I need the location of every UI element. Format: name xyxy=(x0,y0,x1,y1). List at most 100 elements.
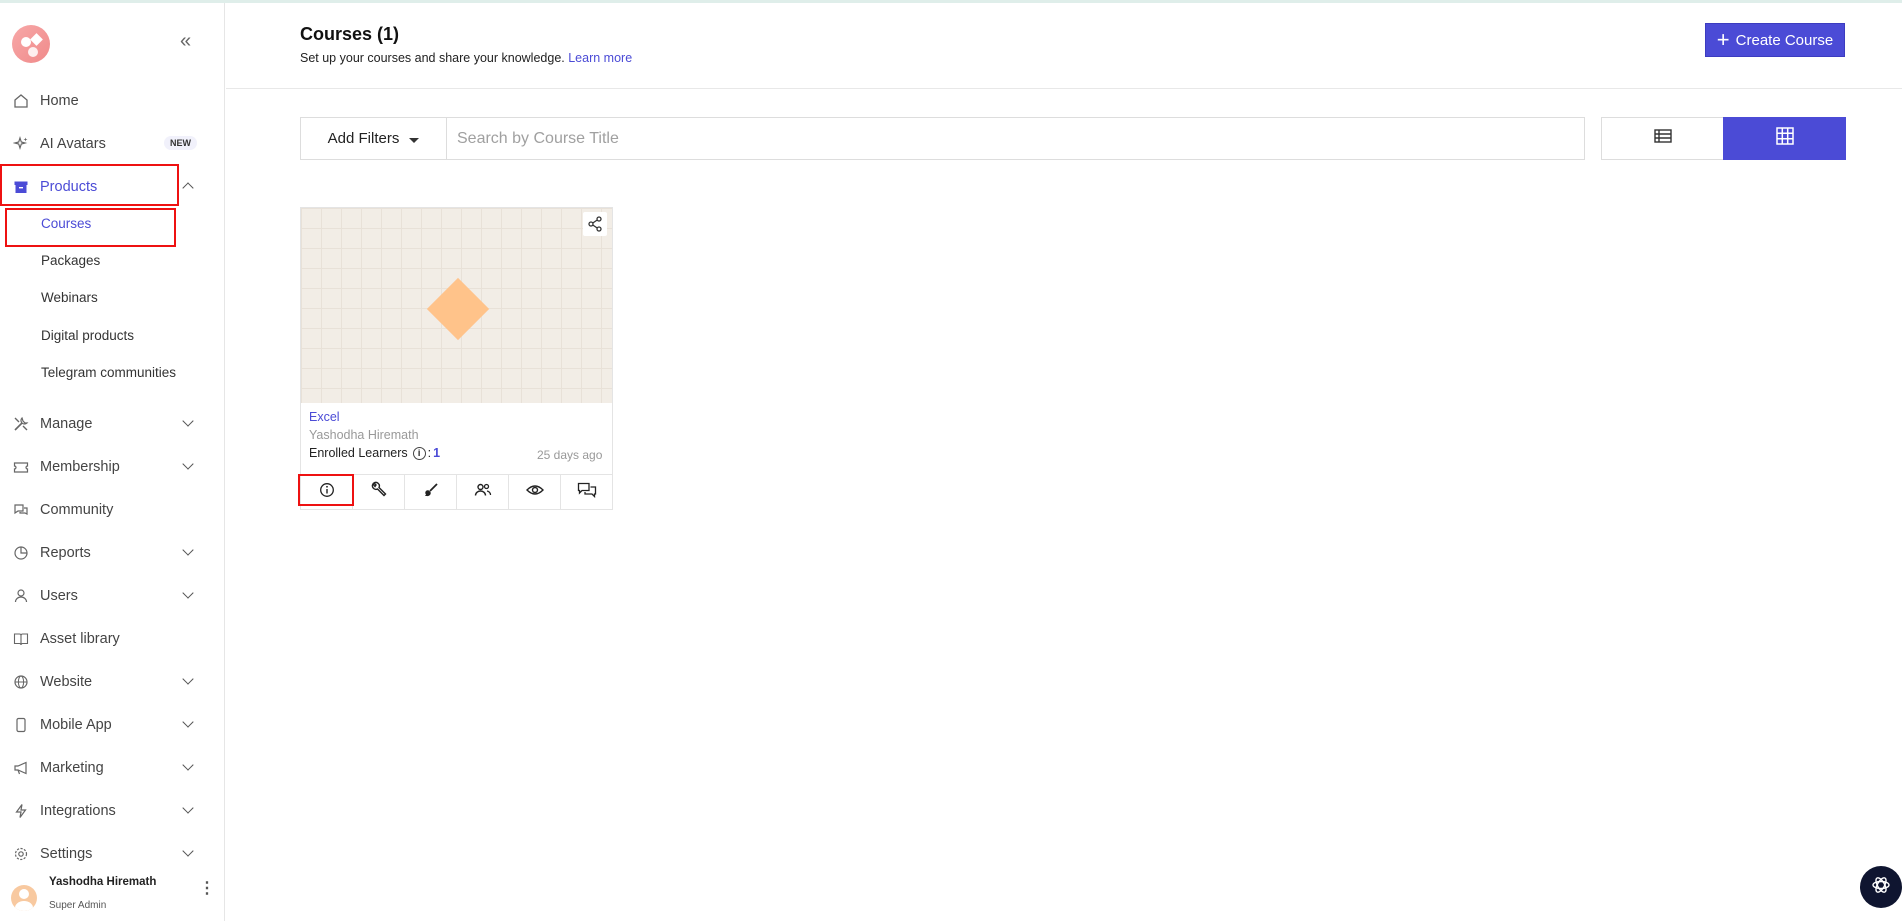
sidebar-item-marketing[interactable]: Marketing xyxy=(0,752,210,784)
list-view-button[interactable] xyxy=(1601,117,1724,160)
subtitle-text: Set up your courses and share your knowl… xyxy=(300,51,565,65)
header-divider xyxy=(226,88,1902,89)
enrolled-label: Enrolled Learners xyxy=(309,446,408,460)
home-icon xyxy=(12,92,30,110)
comments-icon xyxy=(577,482,597,503)
sidebar-subitem-packages[interactable]: Packages xyxy=(41,253,100,268)
gear-icon xyxy=(12,845,30,863)
megaphone-icon xyxy=(12,759,30,777)
globe-icon xyxy=(12,673,30,691)
box-icon xyxy=(12,178,30,196)
chevron-up-icon[interactable] xyxy=(182,182,194,194)
create-course-label: Create Course xyxy=(1735,31,1834,49)
add-filters-dropdown[interactable]: Add Filters xyxy=(300,117,446,160)
plus-icon: + xyxy=(1716,27,1730,52)
course-learners-button[interactable] xyxy=(457,475,509,510)
sidebar-item-label: Products xyxy=(40,179,98,195)
grid-view-icon xyxy=(1775,127,1794,150)
lightning-icon xyxy=(12,802,30,820)
sidebar-item-reports[interactable]: Reports xyxy=(0,537,210,569)
sidebar-item-integrations[interactable]: Integrations xyxy=(0,795,210,827)
chat-bubbles-icon xyxy=(12,501,30,519)
course-card[interactable]: Excel Yashodha Hiremath Enrolled Learner… xyxy=(300,207,613,510)
page-title: Courses (1) xyxy=(300,24,400,44)
course-preview-button[interactable] xyxy=(509,475,561,510)
user-icon xyxy=(12,587,30,605)
sidebar-item-website[interactable]: Website xyxy=(0,666,210,698)
sidebar-item-membership[interactable]: Membership xyxy=(0,451,210,483)
chevron-down-icon[interactable] xyxy=(182,673,194,685)
sidebar-item-products[interactable]: Products xyxy=(0,171,210,203)
sidebar-subitem-courses[interactable]: Courses xyxy=(41,216,91,231)
sidebar-item-manage[interactable]: Manage xyxy=(0,408,210,440)
course-thumbnail[interactable] xyxy=(301,208,612,403)
eye-icon xyxy=(525,483,544,502)
enrolled-learners: Enrolled Learners i: 1 xyxy=(309,446,441,460)
course-author: Yashodha Hiremath xyxy=(309,428,419,442)
add-filters-label: Add Filters xyxy=(327,130,400,147)
sidebar-item-community[interactable]: Community xyxy=(0,494,210,526)
course-discussion-button[interactable] xyxy=(561,475,612,510)
help-chat-button[interactable] xyxy=(1860,866,1902,908)
sparkle-icon xyxy=(12,135,30,153)
users-icon xyxy=(474,482,492,503)
course-placeholder-shape xyxy=(426,277,490,341)
sidebar-item-label: Marketing xyxy=(40,760,104,776)
book-icon xyxy=(12,630,30,648)
brush-icon xyxy=(423,482,439,503)
sidebar-item-users[interactable]: Users xyxy=(0,580,210,612)
pie-chart-icon xyxy=(12,544,30,562)
sidebar-item-label: Manage xyxy=(40,416,93,432)
sidebar-item-settings[interactable]: Settings xyxy=(0,838,210,870)
avatar xyxy=(11,885,37,911)
create-course-button[interactable]: + Create Course xyxy=(1705,23,1845,57)
sidebar-subitem-webinars[interactable]: Webinars xyxy=(41,290,98,305)
sidebar-item-asset-library[interactable]: Asset library xyxy=(0,623,210,655)
chevron-down-icon[interactable] xyxy=(182,845,194,857)
sidebar-item-label: Home xyxy=(40,93,79,109)
info-icon[interactable]: i xyxy=(412,446,426,460)
course-settings-button[interactable] xyxy=(353,475,405,510)
mobile-phone-icon xyxy=(12,716,30,734)
chevron-down-icon[interactable] xyxy=(182,415,194,427)
learn-more-link[interactable]: Learn more xyxy=(568,51,632,65)
page-subtitle: Set up your courses and share your knowl… xyxy=(300,51,632,65)
chevron-down-icon[interactable] xyxy=(182,716,194,728)
openai-icon xyxy=(1870,874,1892,901)
sidebar-item-label: Asset library xyxy=(40,631,120,647)
chevron-down-icon[interactable] xyxy=(182,802,194,814)
wrench-icon xyxy=(370,481,388,504)
course-info-button[interactable] xyxy=(301,475,353,510)
share-icon[interactable] xyxy=(583,212,607,236)
new-badge: NEW xyxy=(164,136,197,150)
course-date: 25 days ago xyxy=(537,448,603,462)
chevron-down-icon[interactable] xyxy=(182,587,194,599)
list-view-icon xyxy=(1653,128,1672,149)
caret-down-icon xyxy=(409,137,420,143)
sidebar-item-home[interactable]: Home xyxy=(0,85,210,117)
more-vertical-icon[interactable]: ⋮ xyxy=(199,878,215,898)
sidebar-item-label: Website xyxy=(40,674,93,690)
sidebar-item-label: Settings xyxy=(40,846,93,862)
chevron-down-icon[interactable] xyxy=(182,544,194,556)
sidebar-item-label: AI Avatars xyxy=(40,136,106,152)
course-title[interactable]: Excel xyxy=(309,410,340,424)
tools-icon xyxy=(12,415,30,433)
user-profile[interactable]: Yashodha Hiremath Super Admin ⋮ xyxy=(0,871,225,921)
app-logo[interactable] xyxy=(12,25,50,63)
ticket-icon xyxy=(12,458,30,476)
chevron-down-icon[interactable] xyxy=(182,458,194,470)
chevron-down-icon[interactable] xyxy=(182,759,194,771)
course-actions xyxy=(301,474,612,510)
sidebar-subitem-digital-products[interactable]: Digital products xyxy=(41,328,134,343)
search-input[interactable] xyxy=(446,117,1585,160)
sidebar-item-mobile-app[interactable]: Mobile App xyxy=(0,709,210,741)
sidebar-item-ai-avatars[interactable]: AI Avatars NEW xyxy=(0,128,210,160)
sidebar-subitem-telegram-communities[interactable]: Telegram communities xyxy=(41,365,176,380)
sidebar-item-label: Community xyxy=(40,502,114,518)
collapse-sidebar-icon[interactable]: « xyxy=(180,30,191,53)
sidebar: « Home AI Avatars NEW Products Courses P… xyxy=(0,3,225,921)
grid-view-button[interactable] xyxy=(1723,117,1846,160)
sidebar-item-label: Membership xyxy=(40,459,120,475)
course-edit-button[interactable] xyxy=(405,475,457,510)
